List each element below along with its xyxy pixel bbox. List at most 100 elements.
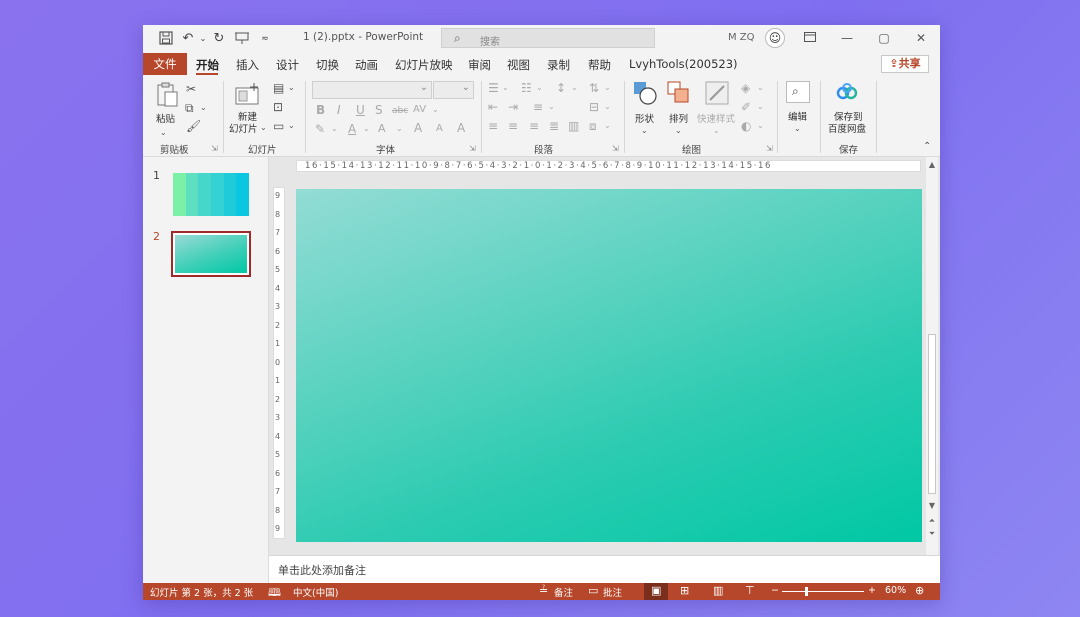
strikethrough-button[interactable]: abc: [392, 104, 408, 118]
shape-fill-dropdown-icon[interactable]: ⌄: [757, 81, 764, 95]
columns-dropdown-icon[interactable]: ⌄: [548, 100, 555, 114]
shapes-dropdown-icon[interactable]: ⌄: [641, 124, 648, 138]
quick-styles-icon[interactable]: [704, 80, 730, 105]
columns-icon[interactable]: ≡: [533, 100, 543, 114]
shrink-font-button[interactable]: A: [436, 122, 443, 136]
shape-effects-icon[interactable]: ◐: [741, 119, 751, 133]
arrange-dropdown-icon[interactable]: ⌄: [675, 124, 682, 138]
format-painter-icon[interactable]: 🖌: [186, 119, 201, 133]
zoom-slider-knob[interactable]: [805, 587, 808, 596]
present-icon[interactable]: [234, 31, 250, 47]
language-status[interactable]: 中文(中国): [293, 585, 338, 599]
shadow-button[interactable]: S: [375, 103, 383, 117]
arrange-icon[interactable]: [666, 80, 692, 104]
align-right-icon[interactable]: ≡: [529, 119, 539, 133]
underline-button[interactable]: U: [356, 103, 365, 117]
notes-pane[interactable]: 单击此处添加备注 ▲ ▼: [269, 555, 940, 584]
align-left-icon[interactable]: ≡: [488, 119, 498, 133]
slide-sorter-icon[interactable]: ⊞: [680, 584, 689, 597]
copy-icon[interactable]: ⧉: [185, 101, 194, 115]
char-spacing-button[interactable]: AV: [413, 103, 426, 117]
highlight-dropdown-icon[interactable]: ⌄: [331, 122, 338, 136]
editing-dropdown-icon[interactable]: ⌄: [794, 122, 801, 136]
previous-slide-icon[interactable]: ⏶: [926, 515, 938, 527]
copy-dropdown-icon[interactable]: ⌄: [200, 101, 207, 115]
tab-animations[interactable]: 动画: [355, 57, 378, 73]
tab-design[interactable]: 设计: [276, 57, 299, 73]
line-spacing-icon[interactable]: ↕: [556, 81, 566, 95]
scrollbar-thumb[interactable]: [928, 334, 936, 494]
comments-label[interactable]: 批注: [603, 585, 622, 599]
shapes-label[interactable]: 形状: [635, 111, 654, 125]
align-text-icon[interactable]: ⊟: [589, 100, 599, 114]
undo-icon[interactable]: ↶: [180, 31, 196, 47]
vertical-scrollbar[interactable]: ▲ ▼ ⏶ ⏷: [926, 157, 938, 555]
smartart-dropdown-icon[interactable]: ⌄: [604, 119, 611, 133]
shape-outline-dropdown-icon[interactable]: ⌄: [757, 100, 764, 114]
accessibility-icon[interactable]: 🕮: [268, 584, 281, 600]
customize-toolbar-icon[interactable]: ≂: [257, 31, 273, 47]
tab-home[interactable]: 开始: [196, 57, 219, 73]
quick-styles-label[interactable]: 快速样式: [697, 111, 735, 125]
notes-placeholder[interactable]: 单击此处添加备注: [278, 562, 366, 578]
justify-icon[interactable]: ≣: [549, 119, 559, 133]
shape-effects-dropdown-icon[interactable]: ⌄: [757, 119, 764, 133]
minimize-icon[interactable]: —: [839, 30, 855, 46]
slide-thumbnail-1[interactable]: [173, 173, 250, 216]
text-direction-icon[interactable]: ⇅: [589, 81, 599, 95]
italic-button[interactable]: I: [337, 103, 341, 117]
fit-to-window-icon[interactable]: ⊕: [915, 584, 924, 597]
section-icon[interactable]: ▭: [273, 119, 284, 133]
bullets-dropdown-icon[interactable]: ⌄: [502, 81, 509, 95]
font-color-dropdown-icon[interactable]: ⌄: [363, 122, 370, 136]
text-direction-dropdown-icon[interactable]: ⌄: [604, 81, 611, 95]
scroll-up-icon[interactable]: ▲: [926, 159, 938, 171]
clipboard-launcher-icon[interactable]: ⇲: [211, 144, 218, 153]
tab-file[interactable]: 文件: [143, 53, 187, 75]
quick-styles-dropdown-icon[interactable]: ⌄: [713, 124, 720, 138]
paste-dropdown-icon[interactable]: ⌄: [160, 126, 167, 140]
reset-icon[interactable]: ⊡: [273, 100, 283, 114]
baidu-netdisk-icon[interactable]: [836, 82, 862, 106]
slide-canvas[interactable]: [296, 189, 922, 542]
distributed-icon[interactable]: ▥: [568, 119, 579, 133]
smartart-icon[interactable]: ⧈: [589, 119, 597, 133]
font-launcher-icon[interactable]: ⇲: [469, 144, 476, 153]
bullets-icon[interactable]: ☰: [488, 81, 499, 95]
font-size-dropdown[interactable]: [433, 81, 474, 99]
save-icon[interactable]: [158, 31, 174, 47]
ribbon-display-icon[interactable]: [802, 30, 818, 46]
avatar[interactable]: ☺: [765, 28, 785, 48]
paragraph-launcher-icon[interactable]: ⇲: [612, 144, 619, 153]
find-icon[interactable]: ⌕: [786, 81, 810, 103]
reading-view-icon[interactable]: ▥: [713, 584, 723, 597]
grow-font-button[interactable]: A: [414, 121, 422, 135]
text-effects-icon[interactable]: A: [378, 122, 386, 136]
tab-lvyhtools[interactable]: LvyhTools(200523): [629, 57, 738, 71]
zoom-slider[interactable]: [782, 591, 864, 592]
editing-label[interactable]: 编辑: [788, 109, 807, 123]
zoom-out-icon[interactable]: −: [771, 585, 779, 596]
font-family-dropdown[interactable]: [312, 81, 432, 99]
search-box[interactable]: ⌕ 搜索: [441, 28, 655, 48]
tab-insert[interactable]: 插入: [236, 57, 259, 73]
scroll-down-icon[interactable]: ▼: [926, 500, 938, 512]
tab-view[interactable]: 视图: [507, 57, 530, 73]
numbering-dropdown-icon[interactable]: ⌄: [536, 81, 543, 95]
comments-icon[interactable]: ▭: [588, 584, 598, 597]
line-spacing-dropdown-icon[interactable]: ⌄: [571, 81, 578, 95]
notes-toggle-icon[interactable]: ≟: [539, 584, 548, 597]
maximize-icon[interactable]: ▢: [876, 30, 892, 46]
slide-thumbnail-2[interactable]: [171, 231, 251, 277]
normal-view-button[interactable]: ▣: [644, 583, 668, 600]
paste-icon[interactable]: [155, 82, 181, 107]
undo-dropdown-icon[interactable]: ⌄: [195, 31, 211, 47]
tab-help[interactable]: 帮助: [588, 57, 611, 73]
increase-indent-icon[interactable]: ⇥: [508, 100, 518, 114]
shapes-icon[interactable]: [632, 80, 658, 105]
clear-format-button[interactable]: A: [457, 121, 465, 135]
bold-button[interactable]: B: [316, 103, 325, 117]
arrange-label[interactable]: 排列: [669, 111, 688, 125]
font-color-icon[interactable]: A: [348, 122, 356, 136]
tab-transitions[interactable]: 切换: [316, 57, 339, 73]
